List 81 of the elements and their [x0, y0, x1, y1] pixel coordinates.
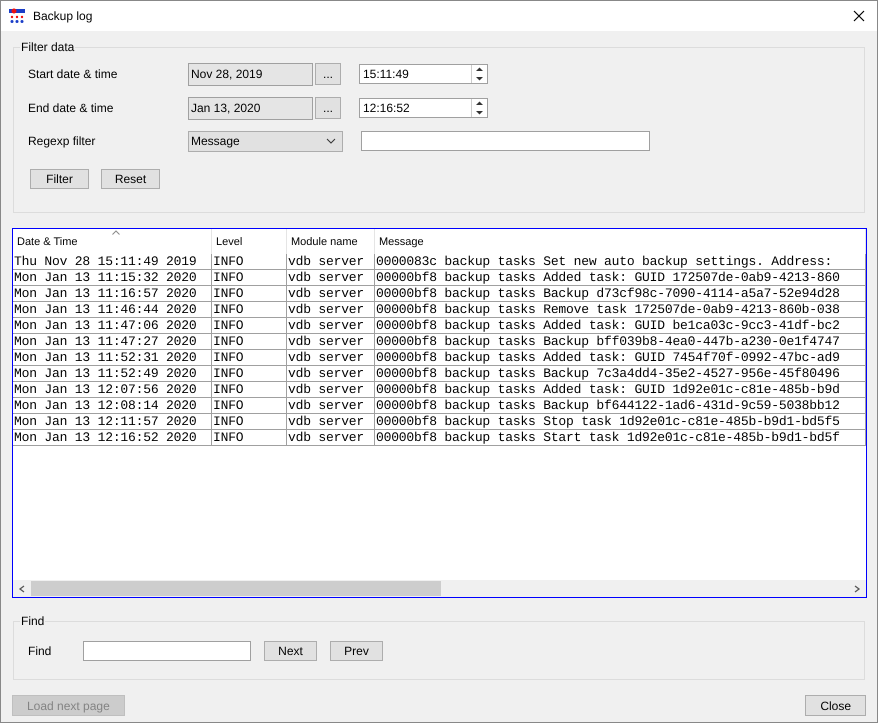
horizontal-scrollbar[interactable]	[13, 580, 866, 597]
app-icon	[9, 8, 25, 24]
date-field[interactable]: Jan 13, 2020	[188, 96, 313, 120]
table-cell: Mon Jan 13 11:52:31 2020	[13, 350, 212, 365]
table-cell: INFO	[212, 382, 287, 397]
table-cell: INFO	[212, 254, 287, 269]
table-cell: INFO	[212, 430, 287, 445]
table-cell: 00000bf8 backup tasks Added task: GUID 172507de-0ab9-4213-860	[375, 270, 866, 285]
column-header[interactable]: Message	[375, 229, 866, 254]
table-cell: INFO	[212, 270, 287, 285]
scroll-left-icon[interactable]	[18, 584, 26, 592]
group-title: Filter data	[20, 40, 76, 54]
column-header[interactable]: Level	[212, 229, 287, 254]
table-cell: INFO	[212, 350, 287, 365]
table-cell: 00000bf8 backup tasks Backup bf644122-1ad6-431d-9c59-5038bb12	[375, 398, 866, 413]
table-cell: Mon Jan 13 11:16:57 2020	[13, 286, 212, 301]
chevron-down-icon	[326, 138, 336, 144]
filter-button[interactable]: Filter	[30, 169, 89, 189]
window-title: Backup log	[33, 8, 92, 25]
table-cell: 00000bf8 backup tasks Backup d73cf98c-7090-4114-a5a7-52e94d28	[375, 286, 866, 301]
table-cell: 00000bf8 backup tasks Added task: GUID 1d92e01c-c81e-485b-b9d	[375, 382, 866, 397]
table-cell: INFO	[212, 414, 287, 429]
column-header[interactable]: Module name	[287, 229, 375, 254]
spinner[interactable]	[471, 99, 486, 117]
find-button[interactable]: Next	[264, 640, 317, 660]
table-cell: 00000bf8 backup tasks Backup bff039b8-4ea0-447b-a230-0e1f4747	[375, 334, 866, 349]
table-cell: vdb server	[287, 286, 375, 301]
table-cell: INFO	[212, 318, 287, 333]
field-label: Regexp filter	[28, 133, 96, 150]
regexp-field[interactable]	[361, 131, 650, 151]
table-cell: Mon Jan 13 12:07:56 2020	[13, 382, 212, 397]
group-title: Find	[20, 614, 46, 628]
table-cell: 00000bf8 backup tasks Added task: GUID be1ca03c-9cc3-41df-bc2	[375, 318, 866, 333]
find-field[interactable]	[83, 640, 251, 660]
table-cell: 00000bf8 backup tasks Start task 1d92e01c-c81e-485b-b9d1-bd5f	[375, 430, 866, 445]
spinner[interactable]	[471, 65, 486, 83]
date-picker-button[interactable]: ...	[315, 63, 341, 85]
table-cell: vdb server	[287, 366, 375, 381]
table-cell: vdb server	[287, 382, 375, 397]
table-cell: vdb server	[287, 398, 375, 413]
table-cell: Mon Jan 13 11:52:49 2020	[13, 366, 212, 381]
time-field[interactable]: 15:11:49	[359, 64, 488, 84]
close-icon[interactable]	[853, 10, 865, 22]
table-cell: vdb server	[287, 318, 375, 333]
table-cell: INFO	[212, 286, 287, 301]
column-header[interactable]: Date & Time	[13, 229, 212, 254]
table-cell: 00000bf8 backup tasks Backup 7c3a4dd4-35e2-4527-956e-45f80496	[375, 366, 866, 381]
scroll-right-icon[interactable]	[853, 584, 861, 592]
time-field[interactable]: 12:16:52	[359, 98, 488, 118]
field-label: End date & time	[28, 100, 114, 117]
date-field[interactable]: Nov 28, 2019	[188, 62, 313, 86]
table-cell: Thu Nov 28 15:11:49 2019	[13, 254, 212, 269]
table-cell: Mon Jan 13 11:15:32 2020	[13, 270, 212, 285]
table-cell: vdb server	[287, 430, 375, 445]
table-cell: 0000083c backup tasks Set new auto backup settings. Address:	[375, 254, 866, 269]
field-label: Start date & time	[28, 66, 118, 83]
footer-button[interactable]: Close	[805, 695, 866, 716]
table-cell: vdb server	[287, 270, 375, 285]
find-label: Find	[28, 642, 52, 660]
table-cell: Mon Jan 13 11:46:44 2020	[13, 302, 212, 317]
table-cell: vdb server	[287, 334, 375, 349]
table-cell: INFO	[212, 334, 287, 349]
table-cell: INFO	[212, 302, 287, 317]
table-cell: vdb server	[287, 254, 375, 269]
table-cell: 00000bf8 backup tasks Added task: GUID 7454f70f-0992-47bc-ad9	[375, 350, 866, 365]
date-picker-button[interactable]: ...	[315, 97, 341, 119]
table-cell: Mon Jan 13 12:08:14 2020	[13, 398, 212, 413]
table-cell: 00000bf8 backup tasks Stop task 1d92e01c-c81e-485b-b9d1-bd5f5	[375, 414, 866, 429]
table-cell: vdb server	[287, 302, 375, 317]
table-cell: vdb server	[287, 414, 375, 429]
column-dropdown[interactable]: Message	[188, 130, 343, 152]
table-cell: Mon Jan 13 12:16:52 2020	[13, 430, 212, 445]
find-button[interactable]: Prev	[330, 640, 383, 660]
table-cell: 00000bf8 backup tasks Remove task 172507de-0ab9-4213-860b-038	[375, 302, 866, 317]
table-cell: Mon Jan 13 11:47:27 2020	[13, 334, 212, 349]
table-cell: INFO	[212, 398, 287, 413]
table-cell: Mon Jan 13 12:11:57 2020	[13, 414, 212, 429]
table-cell: Mon Jan 13 11:47:06 2020	[13, 318, 212, 333]
filter-button[interactable]: Reset	[101, 169, 160, 189]
table-cell: INFO	[212, 366, 287, 381]
table-cell: vdb server	[287, 350, 375, 365]
